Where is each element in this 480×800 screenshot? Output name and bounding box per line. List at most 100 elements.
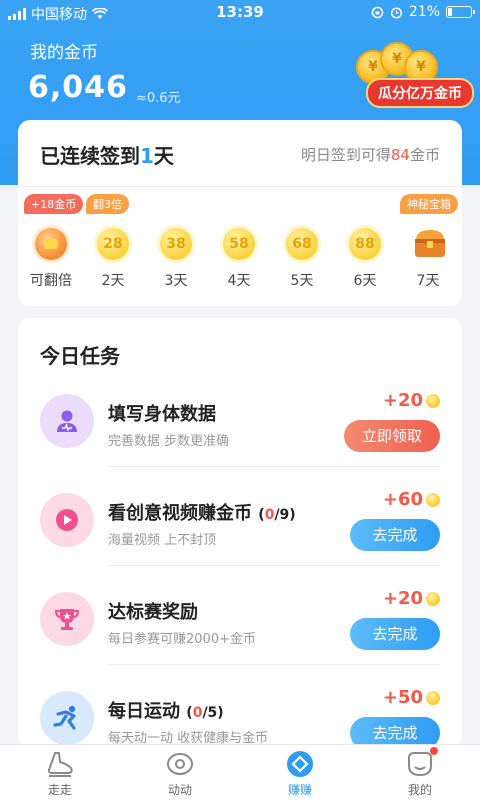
checkin-day-5[interactable]: 68 5天: [277, 228, 327, 290]
tab-label: 我的: [407, 783, 432, 797]
promo-button[interactable]: 瓜分亿万金币: [366, 78, 474, 108]
checkin-day-7[interactable]: 7天: [403, 228, 453, 290]
coins-approx: ≈0.6元: [136, 91, 181, 106]
tab-mine[interactable]: 我的: [380, 747, 460, 798]
tasks-title: 今日任务: [40, 344, 120, 368]
task-reward-value: +20: [382, 390, 423, 411]
body-data-icon: [40, 394, 94, 448]
tab-move[interactable]: 动动: [140, 749, 220, 798]
checkin-title-suffix: 天: [153, 144, 174, 168]
alarm-icon: [390, 6, 402, 19]
day-tag: +18金币: [24, 194, 84, 214]
double-coin-icon: [35, 228, 67, 260]
checkin-day-label: 2天: [101, 273, 125, 289]
checkin-day-label: 3天: [164, 273, 188, 289]
status-right: 21%: [371, 4, 475, 20]
checkin-tip: 明日签到可得84金币: [301, 144, 440, 165]
task-subtitle: 完善数据 步数更准确: [108, 434, 230, 449]
checkin-day-label: 5天: [290, 273, 314, 289]
checkin-day-3[interactable]: 38 3天: [151, 228, 201, 290]
go-complete-button[interactable]: 去完成: [350, 519, 440, 551]
task-row: 每日运动 (0/5) 每天动一动 收获健康与金币 +50 去完成: [18, 665, 462, 748]
coin-icon: [426, 393, 440, 408]
task-reward-value: +60: [382, 489, 423, 510]
coin-value: 68: [286, 228, 318, 260]
task-reward: +20: [383, 588, 440, 609]
face-icon: [405, 747, 438, 779]
rotation-lock-icon: [371, 6, 384, 18]
status-bar: 中国移动 13:39 21%: [0, 0, 480, 24]
task-reward: +20: [383, 390, 440, 411]
tab-walk[interactable]: 走走: [20, 749, 100, 798]
task-reward: +60: [383, 489, 440, 510]
battery-icon: [446, 6, 475, 18]
task-title-text: 看创意视频赚金币: [108, 503, 252, 524]
checkin-day-label: 6天: [353, 273, 377, 289]
coin-icon: [426, 591, 440, 606]
checkin-day-label: 7天: [416, 273, 440, 289]
diamond-icon: [285, 749, 315, 779]
task-progress-total: /5): [202, 705, 224, 721]
task-subtitle: 每日参赛可赚2000+金币: [108, 632, 256, 647]
task-progress: (0/9): [258, 507, 296, 523]
task-title: 每日运动 (0/5): [108, 697, 224, 723]
task-reward-value: +50: [382, 687, 423, 708]
coin-value: 38: [160, 228, 192, 260]
checkin-tip-amount: 84: [390, 146, 410, 164]
task-subtitle: 海量视频 上不封顶: [108, 533, 217, 548]
checkin-day-2[interactable]: 28 2天: [88, 228, 138, 290]
treasure-chest-icon: [412, 228, 445, 260]
trophy-icon: [40, 592, 94, 646]
tab-earn[interactable]: 赚赚: [260, 749, 340, 798]
divider: [18, 186, 462, 187]
task-title: 填写身体数据: [108, 404, 216, 425]
checkin-day-4[interactable]: 58 4天: [214, 228, 264, 290]
checkin-day-1[interactable]: 可翻倍: [26, 228, 76, 290]
coin-icon: [426, 492, 440, 507]
checkin-day-label: 4天: [227, 273, 251, 289]
tab-label: 动动: [167, 783, 192, 797]
checkin-days: 1: [140, 144, 154, 168]
checkin-day-label: 可翻倍: [30, 273, 72, 289]
coin-value: 58: [223, 228, 255, 260]
task-row: 填写身体数据 完善数据 步数更准确 +20 立即领取: [18, 368, 462, 467]
coins-label: 我的金币: [30, 43, 98, 63]
running-icon: [40, 691, 94, 745]
checkin-card: 已连续签到1天 明日签到可得84金币 +18金币 翻3倍 神秘宝箱 可翻倍 28…: [18, 120, 462, 306]
battery-fill: [448, 8, 453, 16]
coins-value: 6,046: [28, 70, 128, 105]
checkin-title-prefix: 已连续签到: [40, 144, 140, 168]
task-row: 达标赛奖励 每日参赛可赚2000+金币 +20 去完成: [18, 566, 462, 665]
task-title-text: 每日运动: [108, 701, 180, 722]
task-title: 看创意视频赚金币 (0/9): [108, 499, 296, 525]
tab-bar: 走走 动动 赚赚 我的: [0, 744, 480, 800]
task-row: 看创意视频赚金币 (0/9) 海量视频 上不封顶 +60 去完成: [18, 467, 462, 566]
eye-icon: [165, 749, 195, 779]
shoe-icon: [45, 749, 75, 779]
coin-value: 28: [97, 228, 129, 260]
task-progress: (0/5): [186, 705, 224, 721]
coin-pile-icon: ¥ ¥ ¥: [352, 42, 442, 84]
task-progress-done: 0: [192, 705, 203, 721]
go-complete-button[interactable]: 去完成: [350, 618, 440, 650]
coin-value: 88: [349, 228, 381, 260]
tab-label: 赚赚: [287, 783, 312, 797]
tab-label: 走走: [47, 783, 72, 797]
checkin-title: 已连续签到1天: [40, 140, 174, 169]
task-reward: +50: [383, 687, 440, 708]
checkin-day-6[interactable]: 88 6天: [340, 228, 390, 290]
video-icon: [40, 493, 94, 547]
claim-button[interactable]: 立即领取: [344, 420, 440, 452]
tasks-card: 今日任务 填写身体数据 完善数据 步数更准确 +20 立即领取 看创意视频赚金币…: [18, 318, 462, 748]
day-tag: 神秘宝箱: [400, 194, 458, 214]
task-title: 达标赛奖励: [108, 602, 198, 623]
task-progress-done: 0: [264, 507, 275, 523]
notification-dot: [430, 747, 438, 755]
task-reward-value: +20: [382, 588, 423, 609]
battery-percent: 21%: [408, 4, 440, 20]
day-tag: 翻3倍: [86, 194, 129, 214]
coin-icon: [426, 690, 440, 705]
checkin-tip-prefix: 明日签到可得: [300, 146, 391, 164]
task-progress-total: /9): [274, 507, 296, 523]
checkin-tip-suffix: 金币: [409, 146, 440, 164]
